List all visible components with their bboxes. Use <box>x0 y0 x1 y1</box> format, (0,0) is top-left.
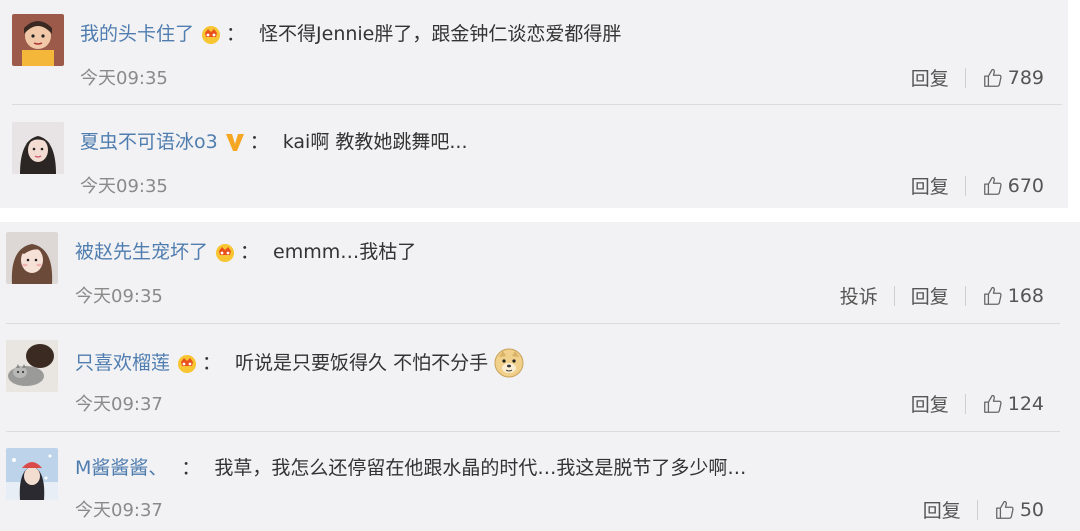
action-divider <box>976 499 978 520</box>
reply-button[interactable]: 回复 <box>911 282 949 309</box>
comment-actions: 回复 50 <box>923 496 1044 523</box>
thumbs-up-icon <box>995 500 1014 519</box>
timestamp: 今天09:35 <box>80 68 168 89</box>
username-link[interactable]: 只喜欢榴莲 <box>75 351 170 375</box>
like-count: 670 <box>1007 174 1044 197</box>
action-divider <box>964 393 966 414</box>
reply-button[interactable]: 回复 <box>911 64 949 91</box>
thumbs-up-icon <box>983 286 1002 305</box>
action-divider <box>964 285 966 306</box>
like-button[interactable]: 670 <box>982 175 1044 197</box>
avatar[interactable] <box>12 122 64 174</box>
timestamp: 今天09:37 <box>75 500 163 521</box>
comment-actions: 投诉 回复 168 <box>840 282 1044 309</box>
comment-card-top: 我的头卡住了 ： 怪不得Jennie胖了，跟金钟仁谈恋爱都得胖 今天09:35 … <box>0 0 1068 208</box>
avatar[interactable] <box>6 340 58 392</box>
crown-icon <box>176 352 198 374</box>
username-link[interactable]: 夏虫不可语冰o3 <box>80 130 218 154</box>
like-button[interactable]: 789 <box>982 67 1044 89</box>
colon-separator: ： <box>226 23 246 45</box>
like-button[interactable]: 124 <box>982 393 1044 415</box>
like-button[interactable]: 168 <box>982 285 1044 307</box>
colon-separator: ： <box>249 131 269 153</box>
doge-emoji-icon <box>494 348 524 378</box>
thumbs-up-icon <box>983 68 1002 87</box>
username-link[interactable]: 我的头卡住了 <box>80 22 194 46</box>
like-button[interactable]: 50 <box>994 499 1044 521</box>
avatar[interactable] <box>12 14 64 66</box>
v-badge-icon <box>224 131 246 153</box>
action-divider <box>964 175 966 196</box>
comment-divider <box>6 323 1060 324</box>
avatar[interactable] <box>6 448 58 500</box>
like-count: 168 <box>1007 284 1044 307</box>
reply-button[interactable]: 回复 <box>911 172 949 199</box>
comment-text: 怪不得Jennie胖了，跟金钟仁谈恋爱都得胖 <box>259 23 622 45</box>
action-divider <box>893 285 895 306</box>
crown-icon <box>214 241 236 263</box>
like-count: 50 <box>1019 498 1044 521</box>
timestamp: 今天09:37 <box>75 394 163 415</box>
timestamp: 今天09:35 <box>80 176 168 197</box>
comment-text: kai啊 教教她跳舞吧... <box>282 131 468 153</box>
colon-separator: ： <box>202 352 222 374</box>
thumbs-up-icon <box>983 394 1002 413</box>
reply-button[interactable]: 回复 <box>911 390 949 417</box>
comment-divider <box>12 104 1062 105</box>
username-link[interactable]: M酱酱酱、 <box>75 456 167 480</box>
action-divider <box>964 67 966 88</box>
report-button[interactable]: 投诉 <box>840 282 878 309</box>
like-count: 124 <box>1007 392 1044 415</box>
colon-separator: ： <box>181 457 201 479</box>
reply-button[interactable]: 回复 <box>923 496 961 523</box>
timestamp: 今天09:35 <box>75 286 163 307</box>
thumbs-up-icon <box>983 176 1002 195</box>
crown-icon <box>200 23 222 45</box>
comment-text: 听说是只要饭得久 不怕不分手 <box>235 352 489 374</box>
comment-divider <box>6 431 1060 432</box>
like-count: 789 <box>1007 66 1044 89</box>
comment-actions: 回复 124 <box>911 390 1044 417</box>
colon-separator: ： <box>240 241 260 263</box>
avatar[interactable] <box>6 232 58 284</box>
comment-text: 我草，我怎么还停留在他跟水晶的时代…我这是脱节了多少啊… <box>214 457 747 479</box>
username-link[interactable]: 被赵先生宠坏了 <box>75 240 208 264</box>
comment-card-bottom: 被赵先生宠坏了 ： emmm…我枯了 今天09:35 投诉 回复 168 只喜欢… <box>0 222 1080 531</box>
comment-actions: 回复 670 <box>911 172 1044 199</box>
comment-text: emmm…我枯了 <box>273 241 417 263</box>
comment-actions: 回复 789 <box>911 64 1044 91</box>
